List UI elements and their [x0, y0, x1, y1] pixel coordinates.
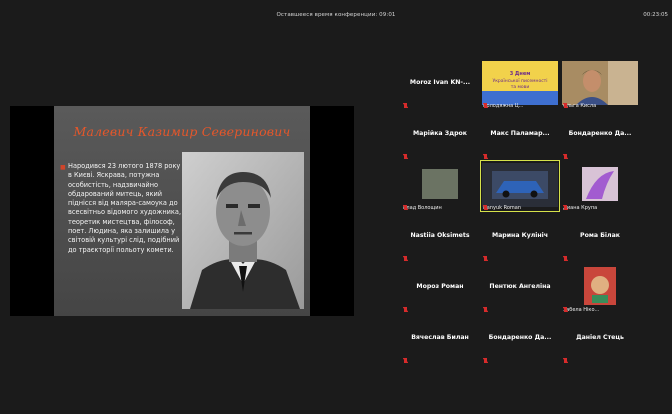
participant-video: [402, 163, 478, 207]
participant-name: Мороз Роман: [416, 283, 464, 290]
svg-text:та мови: та мови: [511, 85, 530, 90]
participant-name: Nastiia Oksimets: [410, 232, 470, 239]
mic-muted-icon: [483, 205, 488, 210]
participant-name: Марина Кулініч: [491, 232, 549, 239]
svg-text:Української писемності: Української писемності: [492, 78, 547, 84]
participant-tile[interactable]: Марійка Здрок: [400, 109, 480, 161]
presentation-slide: Малевич Казимир Северинович ■ Народився …: [54, 106, 310, 316]
mic-muted-icon: [403, 154, 408, 159]
participant-tile[interactable]: Даніел Стець: [560, 313, 640, 365]
mic-muted-icon: [403, 256, 408, 261]
participant-name: Макс Паламар...: [490, 130, 550, 137]
clock: 00:23:05: [643, 12, 668, 18]
participant-name: Вячеслав Билан: [411, 334, 469, 341]
participant-tile[interactable]: Диана Крупа: [560, 160, 640, 212]
mic-muted-icon: [483, 307, 488, 312]
slide-text: Народився 23 лютого 1878 року в Києві. Я…: [68, 162, 182, 254]
participant-tile[interactable]: Moroz Ivan KN-...: [400, 58, 480, 110]
svg-text:3 Днем: 3 Днем: [510, 71, 531, 77]
mic-muted-icon: [483, 103, 488, 108]
top-bar: Оставшееся время конференции: 09:01 00:2…: [0, 0, 672, 38]
participant-name: Бондаренко Да...: [568, 130, 632, 137]
participant-video: [562, 61, 638, 105]
mic-muted-icon: [483, 154, 488, 159]
participant-name: Бондаренко Да...: [488, 334, 552, 341]
mic-muted-icon: [563, 205, 568, 210]
participant-name: Пентюк Ангеліна: [489, 283, 551, 290]
participant-tile[interactable]: Nastiia Oksimets: [400, 211, 480, 263]
participant-video: [482, 163, 558, 207]
portrait-photo: [182, 152, 304, 309]
participant-tile[interactable]: Мороз Роман: [400, 262, 480, 314]
mic-muted-icon: [403, 103, 408, 108]
participant-tile[interactable]: Вячеслав Билан: [400, 313, 480, 365]
participant-name: Марійка Здрок: [412, 130, 468, 137]
mic-muted-icon: [403, 205, 408, 210]
conference-timer: Оставшееся время конференции: 09:01: [276, 12, 396, 18]
participant-tile[interactable]: Бондаренко Да...: [560, 109, 640, 161]
participant-tile[interactable]: Бондаренко Да...: [480, 313, 560, 365]
participant-name: Рома Білак: [580, 232, 620, 239]
mic-muted-icon: [563, 154, 568, 159]
slide-title: Малевич Казимир Северинович: [73, 124, 291, 139]
mic-muted-icon: [563, 307, 568, 312]
bullet-icon: ■: [60, 164, 66, 171]
mic-muted-icon: [403, 307, 408, 312]
mic-muted-icon: [483, 358, 488, 363]
participant-tile[interactable]: Рома Білак: [560, 211, 640, 263]
participant-tile[interactable]: Пентюк Ангеліна: [480, 262, 560, 314]
participant-tile[interactable]: Ольга Кисла: [560, 58, 640, 110]
participant-video: [562, 265, 638, 309]
participant-tile[interactable]: Марина Кулініч: [480, 211, 560, 263]
participant-tile[interactable]: Забела Ніко...: [560, 262, 640, 314]
participant-video: [562, 163, 638, 207]
participant-name: Даніел Стець: [576, 334, 624, 341]
mic-muted-icon: [563, 358, 568, 363]
participant-tile[interactable]: Hanyuk Roman: [480, 160, 560, 212]
mic-muted-icon: [563, 103, 568, 108]
mic-muted-icon: [483, 256, 488, 261]
participant-name: Moroz Ivan KN-...: [409, 79, 471, 86]
participant-tile[interactable]: 3 Днем Української писемності та мови Колод…: [480, 58, 560, 110]
participant-video: 3 Днем Української писемності та мови: [482, 61, 558, 105]
participant-tile[interactable]: Макс Паламар...: [480, 109, 560, 161]
mic-muted-icon: [563, 256, 568, 261]
slide-text-block: ■ Народився 23 лютого 1878 року в Києві.…: [60, 162, 184, 255]
mic-muted-icon: [403, 358, 408, 363]
participant-tile[interactable]: Влад Волощин: [400, 160, 480, 212]
